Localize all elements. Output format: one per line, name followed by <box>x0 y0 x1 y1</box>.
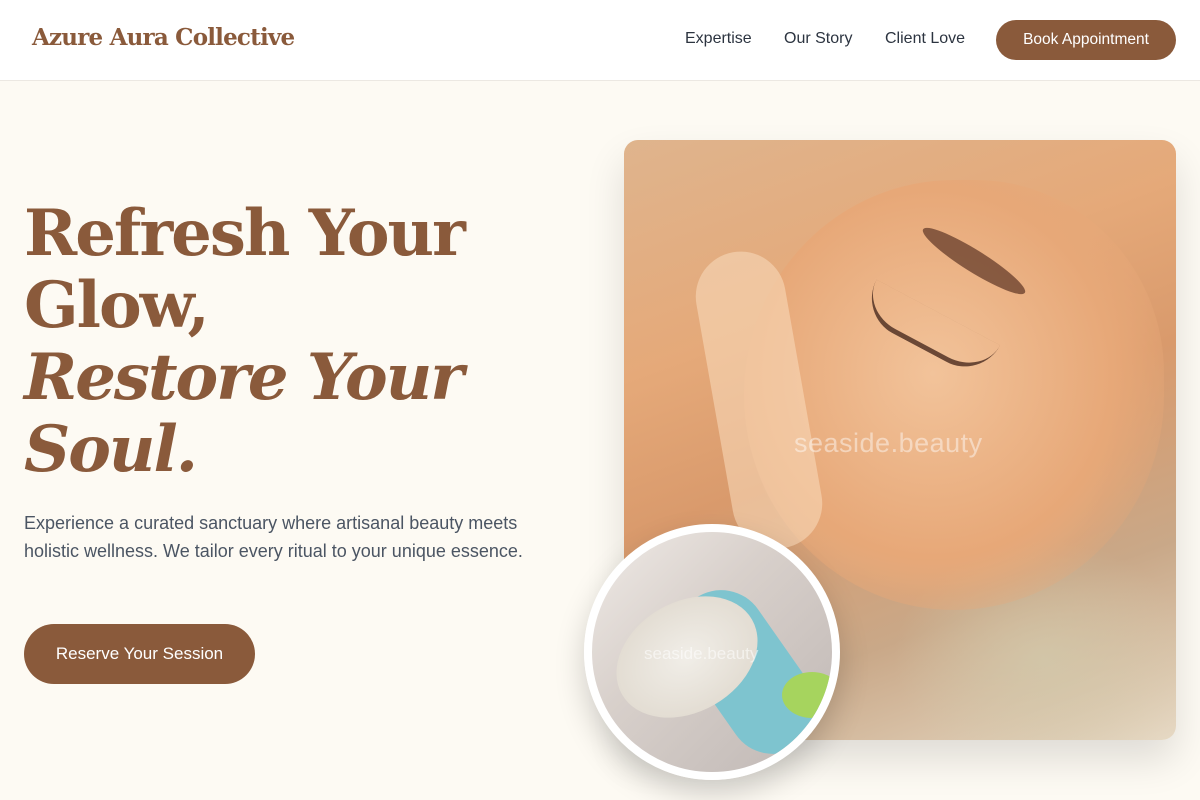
nav-link-expertise[interactable]: Expertise <box>685 30 752 48</box>
photo-bowl-shape <box>782 672 832 718</box>
circle-photo-watermark: seaside.beauty <box>644 644 759 663</box>
nav-link-our-story[interactable]: Our Story <box>784 30 852 48</box>
book-appointment-button[interactable]: Book Appointment <box>996 20 1176 60</box>
reserve-session-button[interactable]: Reserve Your Session <box>24 624 255 684</box>
headline-line-1: Refresh Your <box>24 196 466 271</box>
headline-line-2: Glow, <box>24 268 210 343</box>
brand-logo[interactable]: Azure Aura Collective <box>32 24 295 51</box>
hero-photo-watermark: seaside.beauty <box>794 428 983 458</box>
hero-description: Experience a curated sanctuary where art… <box>24 513 523 561</box>
nav-link-client-love[interactable]: Client Love <box>885 30 965 48</box>
headline-line-4: Soul. <box>24 412 198 487</box>
headline-line-3: Restore Your <box>24 340 464 415</box>
hero-headline: Refresh Your Glow, Restore Your Soul. <box>24 198 544 486</box>
circle-photo-face-mask: seaside.beauty <box>584 524 840 780</box>
site-header: Azure Aura Collective Expertise Our Stor… <box>0 0 1200 81</box>
